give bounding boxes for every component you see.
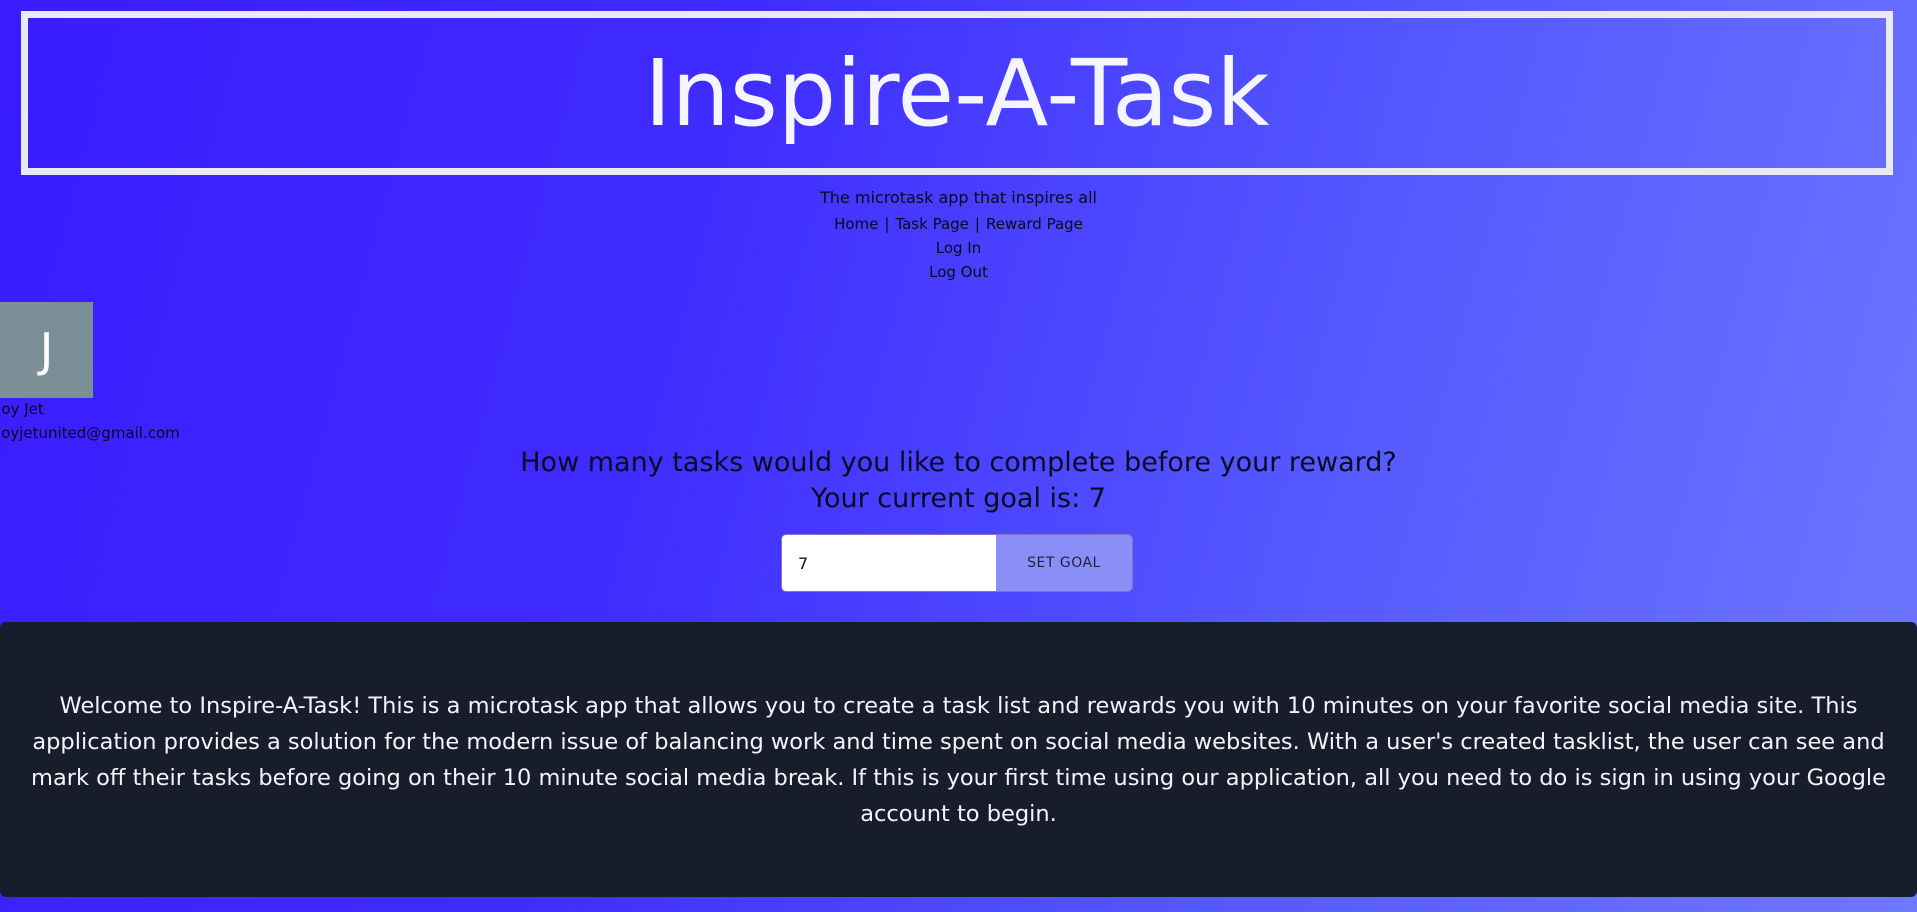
- set-goal-button[interactable]: SET GOAL: [996, 535, 1132, 591]
- nav-home-link[interactable]: Home: [834, 215, 878, 233]
- nav-reward-page-link[interactable]: Reward Page: [986, 215, 1083, 233]
- user-email: joyjetunited@gmail.com: [0, 424, 180, 442]
- nav-task-page-link[interactable]: Task Page: [895, 215, 968, 233]
- logout-link[interactable]: Log Out: [0, 263, 1917, 281]
- welcome-description: Welcome to Inspire-A-Task! This is a mic…: [31, 692, 1886, 827]
- title-banner: Inspire-A-Task: [21, 11, 1893, 175]
- current-goal-text: Your current goal is: 7: [811, 483, 1106, 514]
- nav-separator: |: [974, 215, 980, 233]
- login-link[interactable]: Log In: [0, 239, 1917, 257]
- goal-question: How many tasks would you like to complet…: [520, 447, 1397, 478]
- app-subtitle: The microtask app that inspires all: [820, 188, 1097, 207]
- info-panel: Welcome to Inspire-A-Task! This is a mic…: [0, 622, 1917, 897]
- goal-form: SET GOAL: [781, 534, 1133, 592]
- app-title: Inspire-A-Task: [644, 40, 1270, 147]
- user-name: Joy Jet: [0, 400, 44, 418]
- goal-input[interactable]: [782, 535, 996, 591]
- avatar-initial: J: [39, 323, 54, 377]
- main-nav: Home | Task Page | Reward Page: [0, 215, 1917, 233]
- nav-separator: |: [884, 215, 890, 233]
- avatar: J: [0, 302, 93, 398]
